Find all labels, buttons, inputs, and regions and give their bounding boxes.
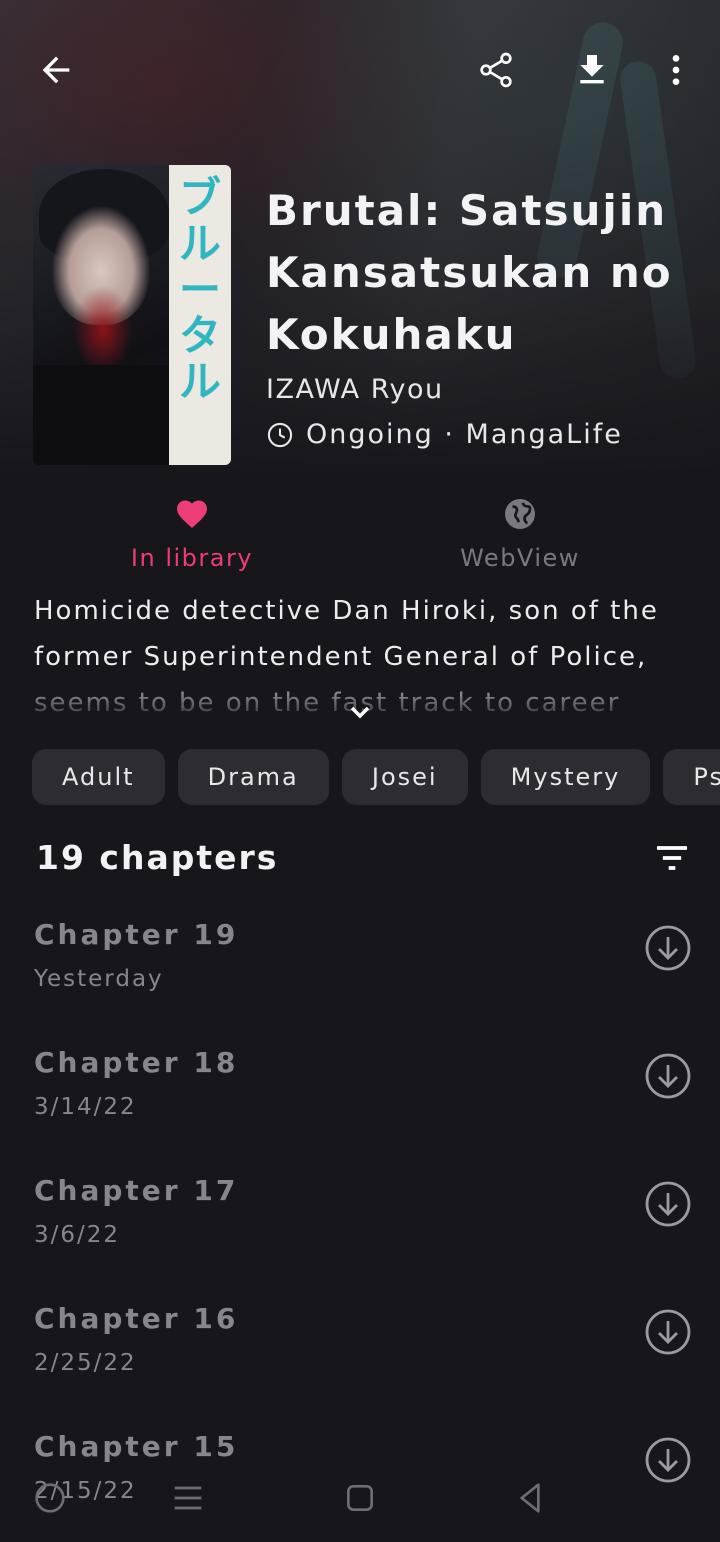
download-chapter-icon[interactable] [644,1308,692,1356]
expand-description-button[interactable] [342,696,378,726]
cover-image: ブルータル [33,165,231,465]
genre-chip[interactable]: Mystery [480,749,651,805]
heart-icon [177,500,207,529]
chevron-down-icon [350,706,370,719]
more-vert-icon [672,55,680,85]
home-nav-icon[interactable] [340,1478,380,1518]
genre-chip[interactable]: Adult [32,749,165,805]
chapter-count: 19 chapters [36,838,279,877]
top-app-bar [0,38,720,102]
manga-title: Brutal: Satsujin Kansatsukan no Kokuhaku [266,186,673,359]
manga-info: Brutal: Satsujin Kansatsukan no Kokuhaku… [266,180,706,450]
arrow-left-icon [42,56,70,84]
genre-chip[interactable]: Josei [341,749,468,805]
chapter-date: Yesterday [34,966,164,992]
chapter-date: 3/14/22 [34,1094,137,1120]
status-text: Ongoing · MangaLife [306,419,623,450]
recents-nav-icon[interactable] [168,1478,208,1518]
genre-chip[interactable]: Psychological [663,749,720,805]
back-nav-icon[interactable] [510,1478,550,1518]
chapter-date: 3/6/22 [34,1222,121,1248]
back-button[interactable] [28,42,84,98]
share-button[interactable] [468,42,524,98]
download-chapter-icon[interactable] [644,924,692,972]
download-icon [580,55,604,84]
chapter-row[interactable]: Chapter 17 3/6/22 [0,1174,720,1302]
chapters-header: 19 chapters [36,832,692,884]
webview-button[interactable]: WebView [370,490,670,580]
chapter-title: Chapter 16 [34,1302,239,1335]
status-row: Ongoing · MangaLife [266,419,706,450]
chapter-row[interactable]: Chapter 18 3/14/22 [0,1046,720,1174]
globe-icon [505,499,535,529]
download-chapter-icon[interactable] [644,1052,692,1100]
genre-chip[interactable]: Drama [177,749,329,805]
share-icon [480,52,512,88]
clock-icon [267,422,293,447]
chapter-row[interactable]: Chapter 16 2/25/22 [0,1302,720,1430]
in-library-button[interactable]: In library [42,490,342,580]
chapter-title: Chapter 15 [34,1430,239,1463]
webview-label: WebView [460,544,580,572]
chapter-title: Chapter 18 [34,1046,239,1079]
chapter-row[interactable]: Chapter 19 Yesterday [0,918,720,1046]
chapter-title: Chapter 19 [34,918,239,951]
chapter-title: Chapter 17 [34,1174,239,1207]
system-nav-bar [0,1468,720,1528]
genre-chips: Adult Drama Josei Mystery Psychological [32,749,720,805]
manga-author[interactable]: IZAWA Ryou [266,374,706,405]
filter-icon[interactable] [652,838,692,878]
in-library-label: In library [130,544,254,572]
download-button[interactable] [564,42,620,98]
action-buttons: In library WebView [0,490,720,580]
assistant-nav-icon[interactable] [30,1478,70,1518]
more-options-button[interactable] [648,42,704,98]
download-chapter-icon[interactable] [644,1180,692,1228]
chapter-date: 2/25/22 [34,1350,137,1376]
